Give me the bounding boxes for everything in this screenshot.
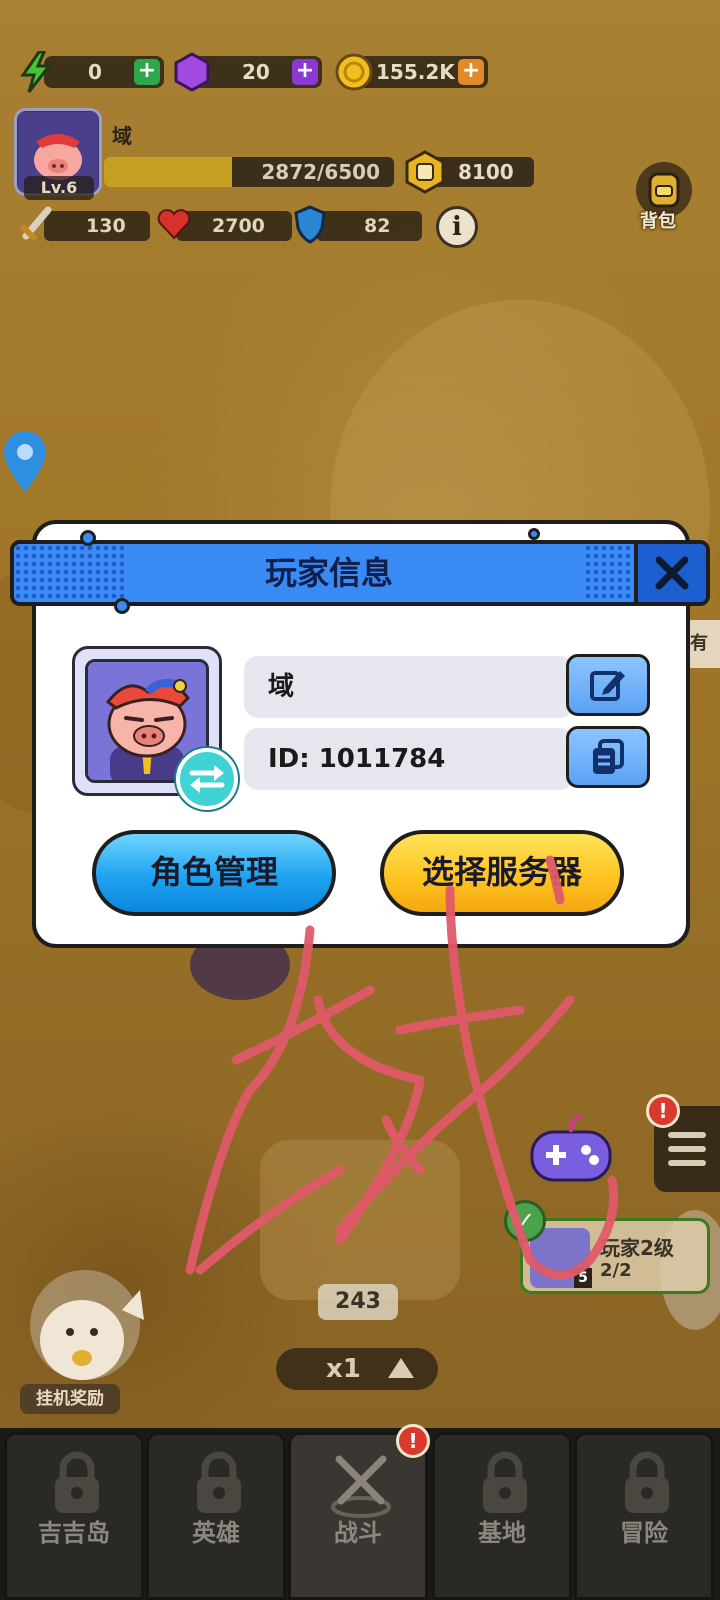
swap-avatar-button[interactable] — [176, 748, 238, 810]
fist-power-icon — [404, 150, 446, 194]
menu-line — [668, 1146, 706, 1152]
side-panel-text: 有机 — [686, 620, 720, 668]
copy-id-button[interactable] — [566, 726, 650, 788]
coin-icon — [334, 50, 374, 94]
tab-base[interactable]: 基地 — [432, 1432, 572, 1600]
crossed-swords-icon — [331, 1455, 391, 1518]
header-bolt — [114, 598, 130, 614]
gems-plus-button[interactable]: + — [292, 59, 318, 85]
copy-icon — [593, 739, 624, 774]
lock-icon — [483, 1451, 527, 1513]
xp-text: 2872/6500 — [261, 160, 380, 184]
tab-label: 冒险 — [620, 1519, 668, 1547]
lock-icon — [55, 1451, 99, 1513]
gems-value: 20 — [242, 60, 270, 84]
lightning-icon — [16, 50, 56, 94]
idle-reward-label[interactable]: 挂机奖励 — [20, 1384, 120, 1414]
menu-line — [668, 1160, 706, 1166]
energy-counter: 0 + — [44, 56, 164, 88]
xp-bar-fill — [104, 157, 232, 187]
tab-label: 英雄 — [192, 1519, 240, 1547]
tab-label: 吉吉岛 — [38, 1519, 110, 1547]
task-title: 玩家2级 — [600, 1236, 674, 1260]
gem-icon — [172, 50, 212, 94]
level-badge: Lv.6 — [24, 176, 94, 200]
chest-counter: 243 — [318, 1284, 398, 1320]
speed-up-arrow-icon — [388, 1358, 414, 1378]
task-badge: 5 — [574, 1268, 592, 1288]
shield-icon — [292, 204, 328, 244]
edit-name-button[interactable] — [566, 654, 650, 716]
task-complete-check-icon: ✓ — [504, 1200, 546, 1242]
close-icon — [655, 556, 689, 590]
lock-icon — [197, 1451, 241, 1513]
lucky-cat-icon[interactable] — [22, 1280, 152, 1390]
lock-icon — [625, 1451, 669, 1513]
menu-line — [668, 1132, 706, 1138]
dialog-title: 玩家信息 — [264, 554, 393, 592]
role-management-button[interactable]: 角色管理 — [92, 830, 336, 916]
close-button[interactable] — [634, 544, 706, 602]
energy-plus-button[interactable]: + — [134, 59, 160, 85]
power-value: 8100 — [458, 160, 514, 184]
xp-bar: 2872/6500 — [104, 157, 394, 187]
map-pin-icon[interactable] — [0, 430, 50, 494]
task-progress: 2/2 — [600, 1260, 632, 1281]
tab-adventure[interactable]: 冒险 — [574, 1432, 714, 1600]
dialog-header: 玩家信息 — [10, 540, 710, 606]
gamepad-icon[interactable] — [526, 1110, 616, 1190]
backpack-label: 背包 — [640, 211, 676, 232]
tab-heroes[interactable]: 英雄 — [146, 1432, 286, 1600]
player-id-field: ID: 1011784 — [244, 728, 574, 790]
battle-alert-icon: ! — [396, 1424, 430, 1458]
player-name: 域 — [112, 124, 132, 148]
player-name-field: 域 — [244, 656, 574, 718]
tab-label: 战斗 — [334, 1519, 382, 1547]
header-bolt — [528, 528, 540, 540]
defense-value: 82 — [364, 215, 391, 237]
coins-value: 155.2K — [376, 60, 455, 84]
swap-arrows-icon — [189, 765, 225, 793]
attack-value: 130 — [86, 215, 126, 237]
edit-icon — [590, 671, 625, 701]
sword-icon — [18, 204, 54, 244]
coins-plus-button[interactable]: + — [458, 59, 484, 85]
select-server-button[interactable]: 选择服务器 — [380, 830, 624, 916]
tab-jijidao[interactable]: 吉吉岛 — [4, 1432, 144, 1600]
hp-value: 2700 — [212, 215, 265, 237]
info-icon-button[interactable]: i — [436, 206, 478, 248]
energy-value: 0 — [88, 60, 102, 84]
header-bolt — [80, 530, 96, 546]
menu-alert-icon: ! — [646, 1094, 680, 1128]
tab-label: 基地 — [478, 1519, 526, 1547]
heart-icon — [156, 206, 192, 242]
